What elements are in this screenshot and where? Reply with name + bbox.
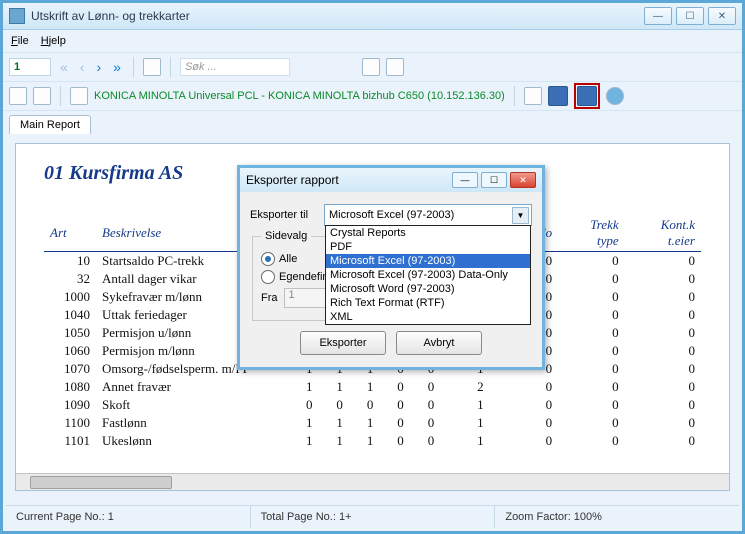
tabstrip: Main Report [3,111,742,134]
table-row: 1101Ukeslønn111001000 [44,432,701,450]
next-page-icon[interactable]: › [93,59,104,75]
toolbar-navigation: 1 « ‹ › » Søk ... [3,53,742,82]
toggle-tree-icon[interactable] [143,58,161,76]
radio-all[interactable]: Alle [261,252,297,266]
dialog-minimize-button[interactable]: — [452,172,478,188]
dropdown-option[interactable]: Microsoft Excel (97-2003) [326,254,530,268]
status-zoom: Zoom Factor: 100% [495,506,739,528]
radio-custom[interactable]: Egendefin [261,270,329,284]
dialog-close-button[interactable]: ✕ [510,172,536,188]
export-button[interactable]: Eksporter [300,331,386,355]
dropdown-option[interactable]: Rich Text Format (RTF) [326,296,530,310]
dialog-titlebar: Eksporter rapport — ☐ ✕ [240,168,542,192]
new-mail-icon[interactable] [524,87,542,105]
page-icon[interactable] [70,87,88,105]
col-header: Art [44,215,96,252]
first-page-icon[interactable]: « [57,59,71,75]
export-format-dropdown: Crystal ReportsPDFMicrosoft Excel (97-20… [325,225,531,325]
cancel-button[interactable]: Avbryt [396,331,482,355]
from-label: Fra [261,292,278,304]
table-row: 1090Skoft000001000 [44,396,701,414]
export-highlight [574,83,600,109]
last-page-icon[interactable]: » [110,59,124,75]
dropdown-option[interactable]: Crystal Reports [326,226,530,240]
app-icon [9,8,25,24]
status-total-page: Total Page No.: 1+ [251,506,496,528]
menu-file[interactable]: File [11,35,29,47]
search-input[interactable]: Søk ... [180,58,290,76]
dropdown-option[interactable]: Microsoft Word (97-2003) [326,282,530,296]
col-header: Kont.kt.eier [625,215,701,252]
export-to-label: Eksporter til [250,209,318,221]
prev-page-icon[interactable]: ‹ [77,59,88,75]
minimize-button[interactable]: — [644,7,672,25]
titlebar: Utskrift av Lønn- og trekkarter — ☐ ✕ [3,3,742,30]
menubar: File Hjelp [3,30,742,53]
export-icon[interactable] [577,86,597,106]
dialog-maximize-button[interactable]: ☐ [481,172,507,188]
mail-icon[interactable] [33,87,51,105]
window-title: Utskrift av Lønn- og trekkarter [31,9,190,23]
page-number-input[interactable]: 1 [9,58,51,76]
chevron-down-icon[interactable]: ▼ [512,207,529,224]
zoom-icon[interactable] [386,58,404,76]
page-selection-legend: Sidevalg [261,230,311,242]
dialog-title: Eksporter rapport [246,173,339,187]
maximize-button[interactable]: ☐ [676,7,704,25]
export-dialog: Eksporter rapport — ☐ ✕ Eksporter til Mi… [237,165,545,370]
dropdown-option[interactable]: Microsoft Excel (97-2003) Data-Only [326,268,530,282]
close-button[interactable]: ✕ [708,7,736,25]
tab-main-report[interactable]: Main Report [9,115,91,134]
status-current-page: Current Page No.: 1 [6,506,251,528]
dropdown-option[interactable]: XML [326,310,530,324]
printer-name: KONICA MINOLTA Universal PCL - KONICA MI… [94,90,505,102]
dropdown-option[interactable]: PDF [326,240,530,254]
print-icon[interactable] [9,87,27,105]
table-row: 1100Fastlønn111001000 [44,414,701,432]
export-format-value: Microsoft Excel (97-2003) [329,209,454,221]
toolbar-output: KONICA MINOLTA Universal PCL - KONICA MI… [3,82,742,111]
help-icon[interactable] [606,87,624,105]
col-header: Trekktype [558,215,625,252]
export-format-combo[interactable]: Microsoft Excel (97-2003) ▼ Crystal Repo… [324,204,532,226]
statusbar: Current Page No.: 1 Total Page No.: 1+ Z… [6,505,739,528]
table-row: 1080Annet fravær111002000 [44,378,701,396]
menu-help[interactable]: Hjelp [41,35,66,47]
binoculars-icon[interactable] [362,58,380,76]
horizontal-scrollbar[interactable] [16,473,729,490]
app-window: Utskrift av Lønn- og trekkarter — ☐ ✕ Fi… [0,0,745,534]
save-icon[interactable] [548,86,568,106]
